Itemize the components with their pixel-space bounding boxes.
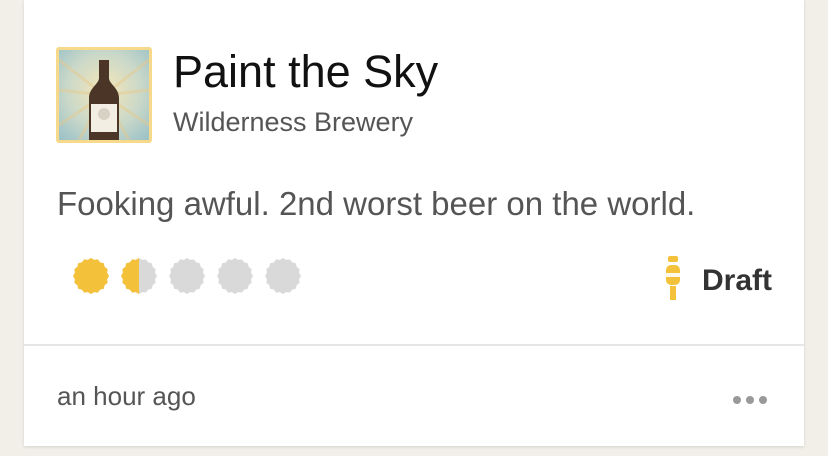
divider (24, 344, 804, 346)
rating-cap-2 (121, 258, 157, 294)
rating-cap-1 (73, 258, 109, 294)
rating-cap-4 (217, 258, 253, 294)
beer-name[interactable]: Paint the Sky (173, 46, 438, 98)
rating-caps (73, 258, 301, 294)
rating-cap-5 (265, 258, 301, 294)
beer-bottle-image (59, 50, 149, 140)
more-dots-icon (733, 396, 767, 404)
serving-style: Draft (664, 256, 772, 306)
checkin-card: Paint the Sky Wilderness Brewery Fooking… (24, 0, 804, 446)
more-options-button[interactable] (728, 388, 772, 412)
brewery-name[interactable]: Wilderness Brewery (173, 106, 413, 138)
serving-label: Draft (701, 264, 772, 297)
checkin-comment: Fooking awful. 2nd worst beer on the wor… (57, 185, 696, 222)
checkin-timestamp[interactable]: an hour ago (57, 380, 196, 412)
draft-tap-icon (664, 256, 681, 300)
rating-cap-3 (169, 258, 205, 294)
beer-label-thumbnail[interactable] (56, 47, 152, 143)
